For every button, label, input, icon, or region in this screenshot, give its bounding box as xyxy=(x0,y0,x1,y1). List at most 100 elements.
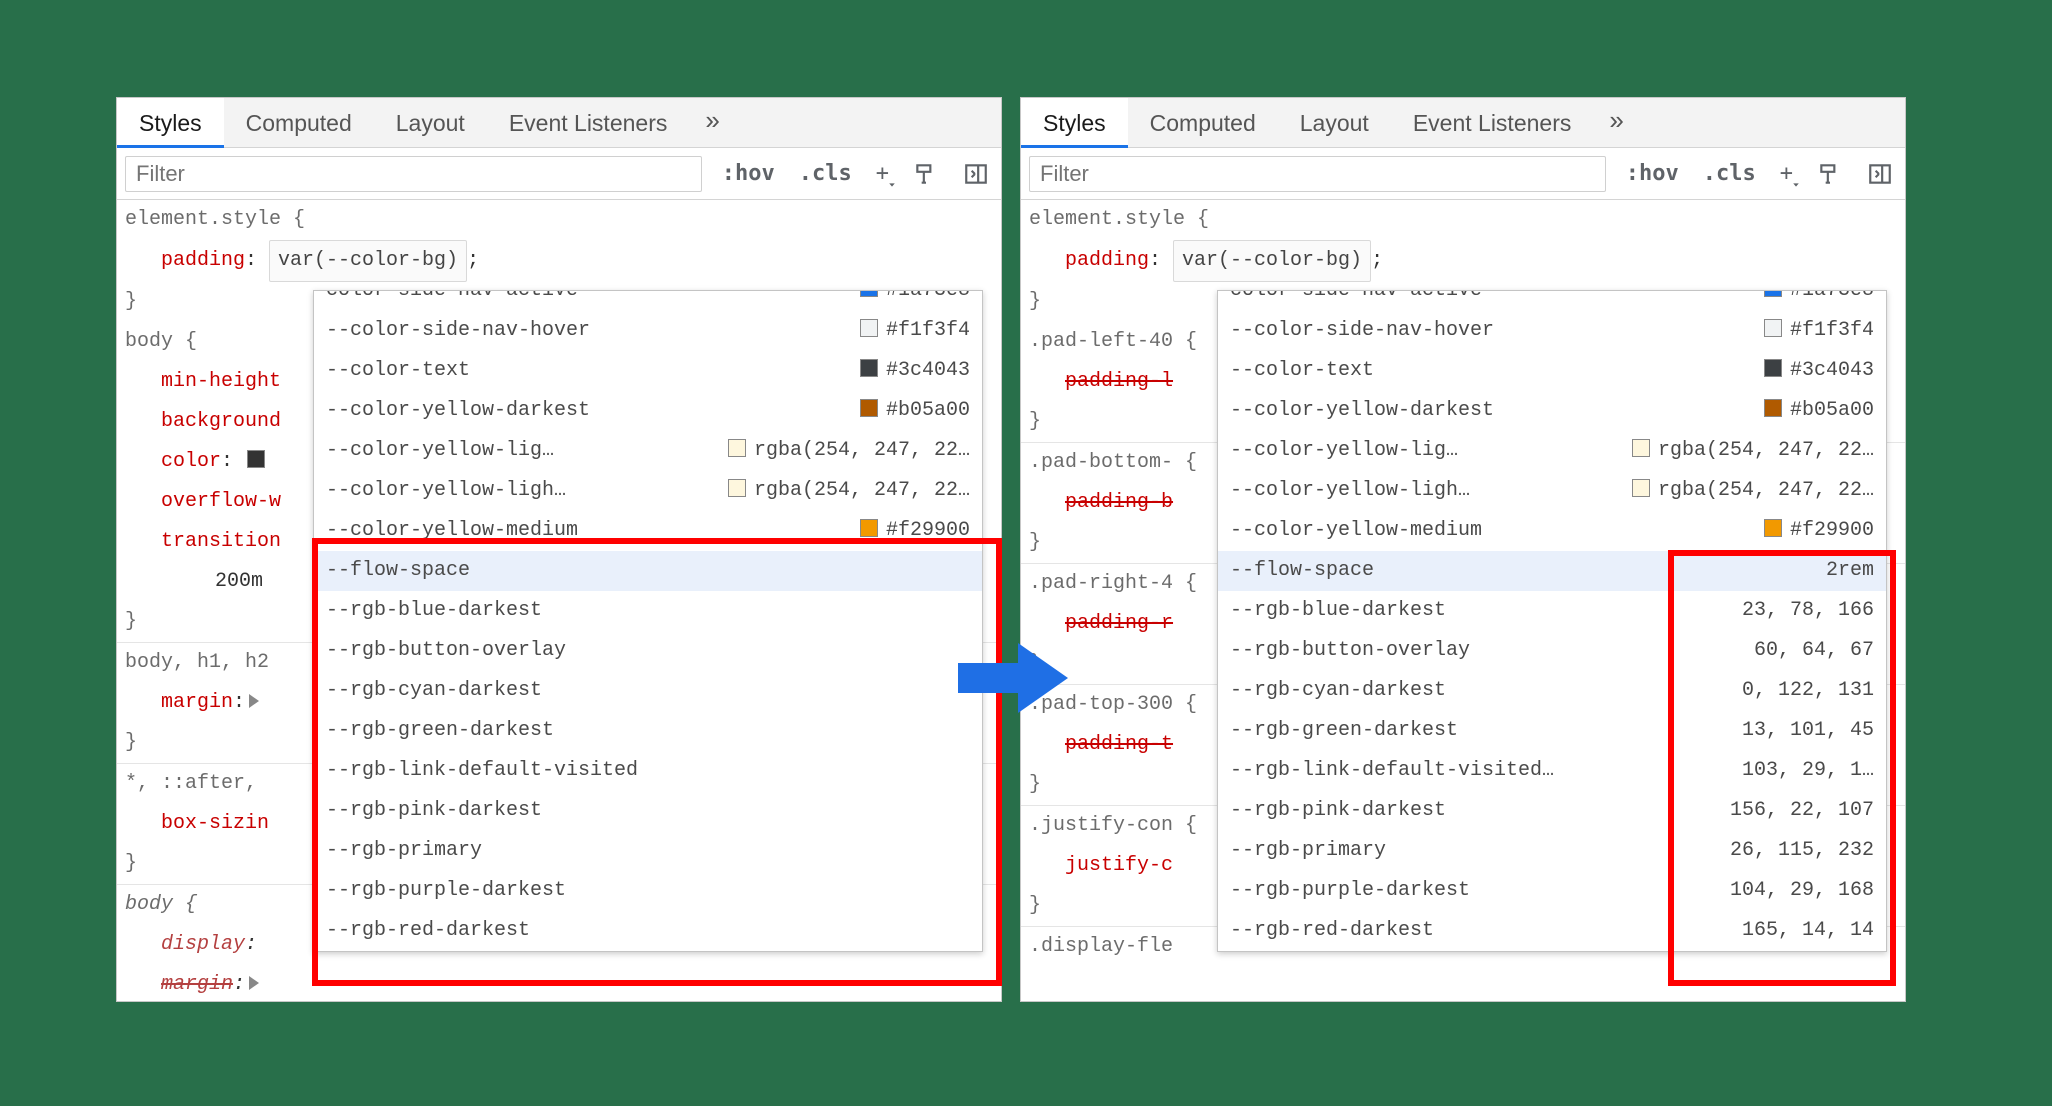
autocomplete-item[interactable]: --color-yellow-darkest #b05a00 xyxy=(1218,391,1886,431)
selector-text: .pad-bottom- { xyxy=(1029,451,1197,474)
autocomplete-item[interactable]: --color-yellow-lig… rgba(254, 247, 22… xyxy=(314,431,982,471)
panel-tabs: Styles Computed Layout Event Listeners » xyxy=(117,98,1001,148)
autocomplete-item[interactable]: --rgb-pink-darkest xyxy=(314,791,982,831)
autocomplete-item[interactable]: color-side-nav-active #1a73e8 xyxy=(314,291,982,311)
expand-icon[interactable] xyxy=(249,694,259,708)
css-property[interactable]: box-sizin xyxy=(161,812,269,835)
tab-computed[interactable]: Computed xyxy=(1128,98,1278,148)
css-property[interactable]: padding xyxy=(1065,249,1149,272)
autocomplete-item[interactable]: --rgb-blue-darkest 23, 78, 166 xyxy=(1218,591,1886,631)
color-swatch-icon xyxy=(860,399,878,417)
styles-toolbar: :hov .cls + xyxy=(1021,148,1905,200)
brace-close: } xyxy=(1029,894,1041,917)
autocomplete-item[interactable]: --rgb-primary 26, 115, 232 xyxy=(1218,831,1886,871)
autocomplete-item[interactable]: --color-yellow-medium #f29900 xyxy=(1218,511,1886,551)
autocomplete-item[interactable]: --color-yellow-lig… rgba(254, 247, 22… xyxy=(1218,431,1886,471)
css-property[interactable]: overflow-w xyxy=(161,490,281,513)
color-swatch-icon xyxy=(1764,319,1782,337)
cls-toggle[interactable]: .cls xyxy=(1691,148,1768,200)
autocomplete-item[interactable]: color-side-nav-active #1a73e8 xyxy=(1218,291,1886,311)
filter-input[interactable] xyxy=(1029,156,1606,192)
autocomplete-item[interactable]: --rgb-green-darkest 13, 101, 45 xyxy=(1218,711,1886,751)
autocomplete-item[interactable]: --rgb-link-default-visited xyxy=(314,751,982,791)
css-property[interactable]: padding-r xyxy=(1065,612,1173,635)
css-property[interactable]: justify-c xyxy=(1065,854,1173,877)
devtools-styles-panel-before: Styles Computed Layout Event Listeners »… xyxy=(116,97,1002,1002)
css-property[interactable]: display xyxy=(161,933,245,956)
autocomplete-item[interactable]: --color-yellow-ligh… rgba(254, 247, 22… xyxy=(314,471,982,511)
css-property[interactable]: padding-l xyxy=(1065,370,1173,393)
color-swatch-icon[interactable] xyxy=(247,450,265,468)
css-var-autocomplete-dropdown[interactable]: color-side-nav-active #1a73e8 --color-si… xyxy=(1217,290,1887,952)
color-swatch-icon xyxy=(860,359,878,377)
tab-layout[interactable]: Layout xyxy=(1278,98,1391,148)
autocomplete-item[interactable]: --rgb-red-darkest 165, 14, 14 xyxy=(1218,911,1886,951)
selector-text: *, ::after, xyxy=(125,772,257,795)
autocomplete-item[interactable]: --rgb-pink-darkest 156, 22, 107 xyxy=(1218,791,1886,831)
selector-text: element.style { xyxy=(1029,208,1209,231)
color-swatch-icon xyxy=(1632,439,1650,457)
css-property[interactable]: padding xyxy=(161,249,245,272)
autocomplete-item[interactable]: --color-yellow-darkest #b05a00 xyxy=(314,391,982,431)
css-property[interactable]: margin xyxy=(161,691,233,714)
autocomplete-item[interactable]: --rgb-button-overlay 60, 64, 67 xyxy=(1218,631,1886,671)
css-var-autocomplete-dropdown[interactable]: color-side-nav-active #1a73e8 --color-si… xyxy=(313,290,983,952)
expand-icon[interactable] xyxy=(249,976,259,990)
autocomplete-item[interactable]: --color-side-nav-hover #f1f3f4 xyxy=(314,311,982,351)
color-swatch-icon xyxy=(860,519,878,537)
css-value-token[interactable]: var(--color-bg) xyxy=(1173,240,1371,282)
autocomplete-item[interactable]: --rgb-cyan-darkest xyxy=(314,671,982,711)
color-swatch-icon xyxy=(1764,359,1782,377)
autocomplete-item[interactable]: --flow-space xyxy=(314,551,982,591)
selector-text: .pad-right-4 { xyxy=(1029,572,1197,595)
autocomplete-item[interactable]: --rgb-purple-darkest xyxy=(314,871,982,911)
tab-event-listeners[interactable]: Event Listeners xyxy=(487,98,690,148)
selector-text: .pad-left-40 { xyxy=(1029,330,1197,353)
tab-styles[interactable]: Styles xyxy=(117,98,224,148)
styles-rules-area: element.style { padding: var(--color-bg)… xyxy=(1021,200,1905,967)
autocomplete-item[interactable]: --flow-space 2rem xyxy=(1218,551,1886,591)
css-property[interactable]: background xyxy=(161,410,281,433)
brace-close: } xyxy=(1029,531,1041,554)
css-property[interactable]: transition xyxy=(161,530,281,553)
autocomplete-item[interactable]: --rgb-purple-darkest 104, 29, 168 xyxy=(1218,871,1886,911)
autocomplete-item[interactable]: --rgb-cyan-darkest 0, 122, 131 xyxy=(1218,671,1886,711)
autocomplete-item[interactable]: --color-side-nav-hover #f1f3f4 xyxy=(1218,311,1886,351)
hov-toggle[interactable]: :hov xyxy=(1614,148,1691,200)
autocomplete-item[interactable]: --color-yellow-ligh… rgba(254, 247, 22… xyxy=(1218,471,1886,511)
css-property[interactable]: padding-b xyxy=(1065,491,1173,514)
tab-more-icon[interactable]: » xyxy=(1593,98,1639,148)
tab-computed[interactable]: Computed xyxy=(224,98,374,148)
css-property[interactable]: min-height xyxy=(161,370,281,393)
color-swatch-icon xyxy=(1764,399,1782,417)
hov-toggle[interactable]: :hov xyxy=(710,148,787,200)
paint-icon[interactable] xyxy=(1805,148,1855,200)
autocomplete-item[interactable]: --rgb-button-overlay xyxy=(314,631,982,671)
tab-more-icon[interactable]: » xyxy=(689,98,735,148)
tab-layout[interactable]: Layout xyxy=(374,98,487,148)
autocomplete-item[interactable]: --color-yellow-medium #f29900 xyxy=(314,511,982,551)
tab-event-listeners[interactable]: Event Listeners xyxy=(1391,98,1594,148)
cls-toggle[interactable]: .cls xyxy=(787,148,864,200)
sidebar-toggle-icon[interactable] xyxy=(1855,148,1905,200)
css-property[interactable]: margin xyxy=(161,973,233,996)
autocomplete-item[interactable]: --rgb-link-default-visited… 103, 29, 1… xyxy=(1218,751,1886,791)
color-swatch-icon xyxy=(860,319,878,337)
autocomplete-item[interactable]: --rgb-primary xyxy=(314,831,982,871)
css-value-token[interactable]: var(--color-bg) xyxy=(269,240,467,282)
autocomplete-item[interactable]: --color-text #3c4043 xyxy=(314,351,982,391)
autocomplete-item[interactable]: --rgb-red-darkest xyxy=(314,911,982,951)
filter-input[interactable] xyxy=(125,156,702,192)
brace-close: } xyxy=(125,290,137,313)
tab-styles[interactable]: Styles xyxy=(1021,98,1128,148)
autocomplete-item[interactable]: --rgb-green-darkest xyxy=(314,711,982,751)
css-property[interactable]: padding-t xyxy=(1065,733,1173,756)
autocomplete-item[interactable]: --color-text #3c4043 xyxy=(1218,351,1886,391)
paint-icon[interactable] xyxy=(901,148,951,200)
sidebar-toggle-icon[interactable] xyxy=(951,148,1001,200)
autocomplete-item[interactable]: --rgb-blue-darkest xyxy=(314,591,982,631)
new-style-rule-button[interactable]: + xyxy=(864,148,901,200)
selector-text: body, h1, h2 xyxy=(125,651,269,674)
css-property[interactable]: color xyxy=(161,450,221,473)
new-style-rule-button[interactable]: + xyxy=(1768,148,1805,200)
